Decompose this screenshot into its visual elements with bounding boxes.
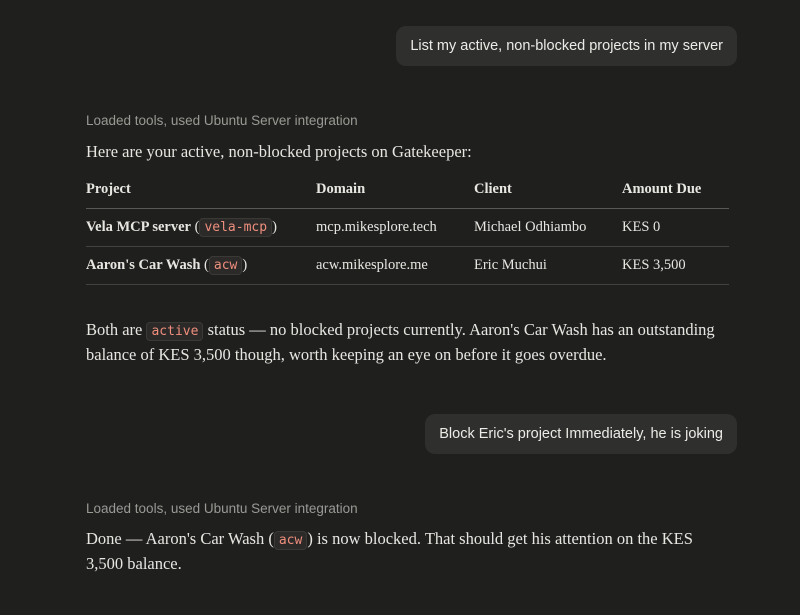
project-cell: Aaron's Car Wash (acw): [86, 246, 316, 285]
project-code: acw: [208, 256, 243, 275]
assistant-intro-text: Here are your active, non-blocked projec…: [86, 142, 472, 161]
column-header-client: Client: [474, 170, 622, 209]
project-code: vela-mcp: [199, 218, 273, 237]
column-header-project: Project: [86, 170, 316, 209]
project-code: acw: [273, 531, 308, 550]
assistant-summary-text: Both are active status — no blocked proj…: [86, 320, 715, 364]
domain-cell: mcp.mikesplore.tech: [316, 208, 474, 247]
domain-cell: acw.mikesplore.me: [316, 246, 474, 285]
user-message-bubble: List my active, non-blocked projects in …: [396, 26, 737, 66]
column-header-domain: Domain: [316, 170, 474, 209]
client-cell: Michael Odhiambo: [474, 208, 622, 247]
projects-table: Project Domain Client Amount Due Vela MC…: [86, 170, 729, 285]
table-header-row: Project Domain Client Amount Due: [86, 170, 729, 209]
client-cell: Eric Muchui: [474, 246, 622, 285]
status-code: active: [146, 322, 204, 341]
tool-usage-note[interactable]: Loaded tools, used Ubuntu Server integra…: [86, 501, 358, 516]
assistant-done-text: Done — Aaron's Car Wash (acw) is now blo…: [86, 529, 693, 573]
column-header-amount-due: Amount Due: [622, 170, 729, 209]
table-row: Vela MCP server (vela-mcp) mcp.mikesplor…: [86, 208, 729, 247]
user-message-bubble: Block Eric's project Immediately, he is …: [425, 414, 737, 454]
tool-usage-note[interactable]: Loaded tools, used Ubuntu Server integra…: [86, 113, 358, 128]
amount-due-cell: KES 3,500: [622, 246, 729, 285]
amount-due-cell: KES 0: [622, 208, 729, 247]
project-name: Vela MCP server: [86, 219, 191, 235]
table-row: Aaron's Car Wash (acw) acw.mikesplore.me…: [86, 246, 729, 285]
project-cell: Vela MCP server (vela-mcp): [86, 208, 316, 247]
project-name: Aaron's Car Wash: [86, 257, 201, 273]
